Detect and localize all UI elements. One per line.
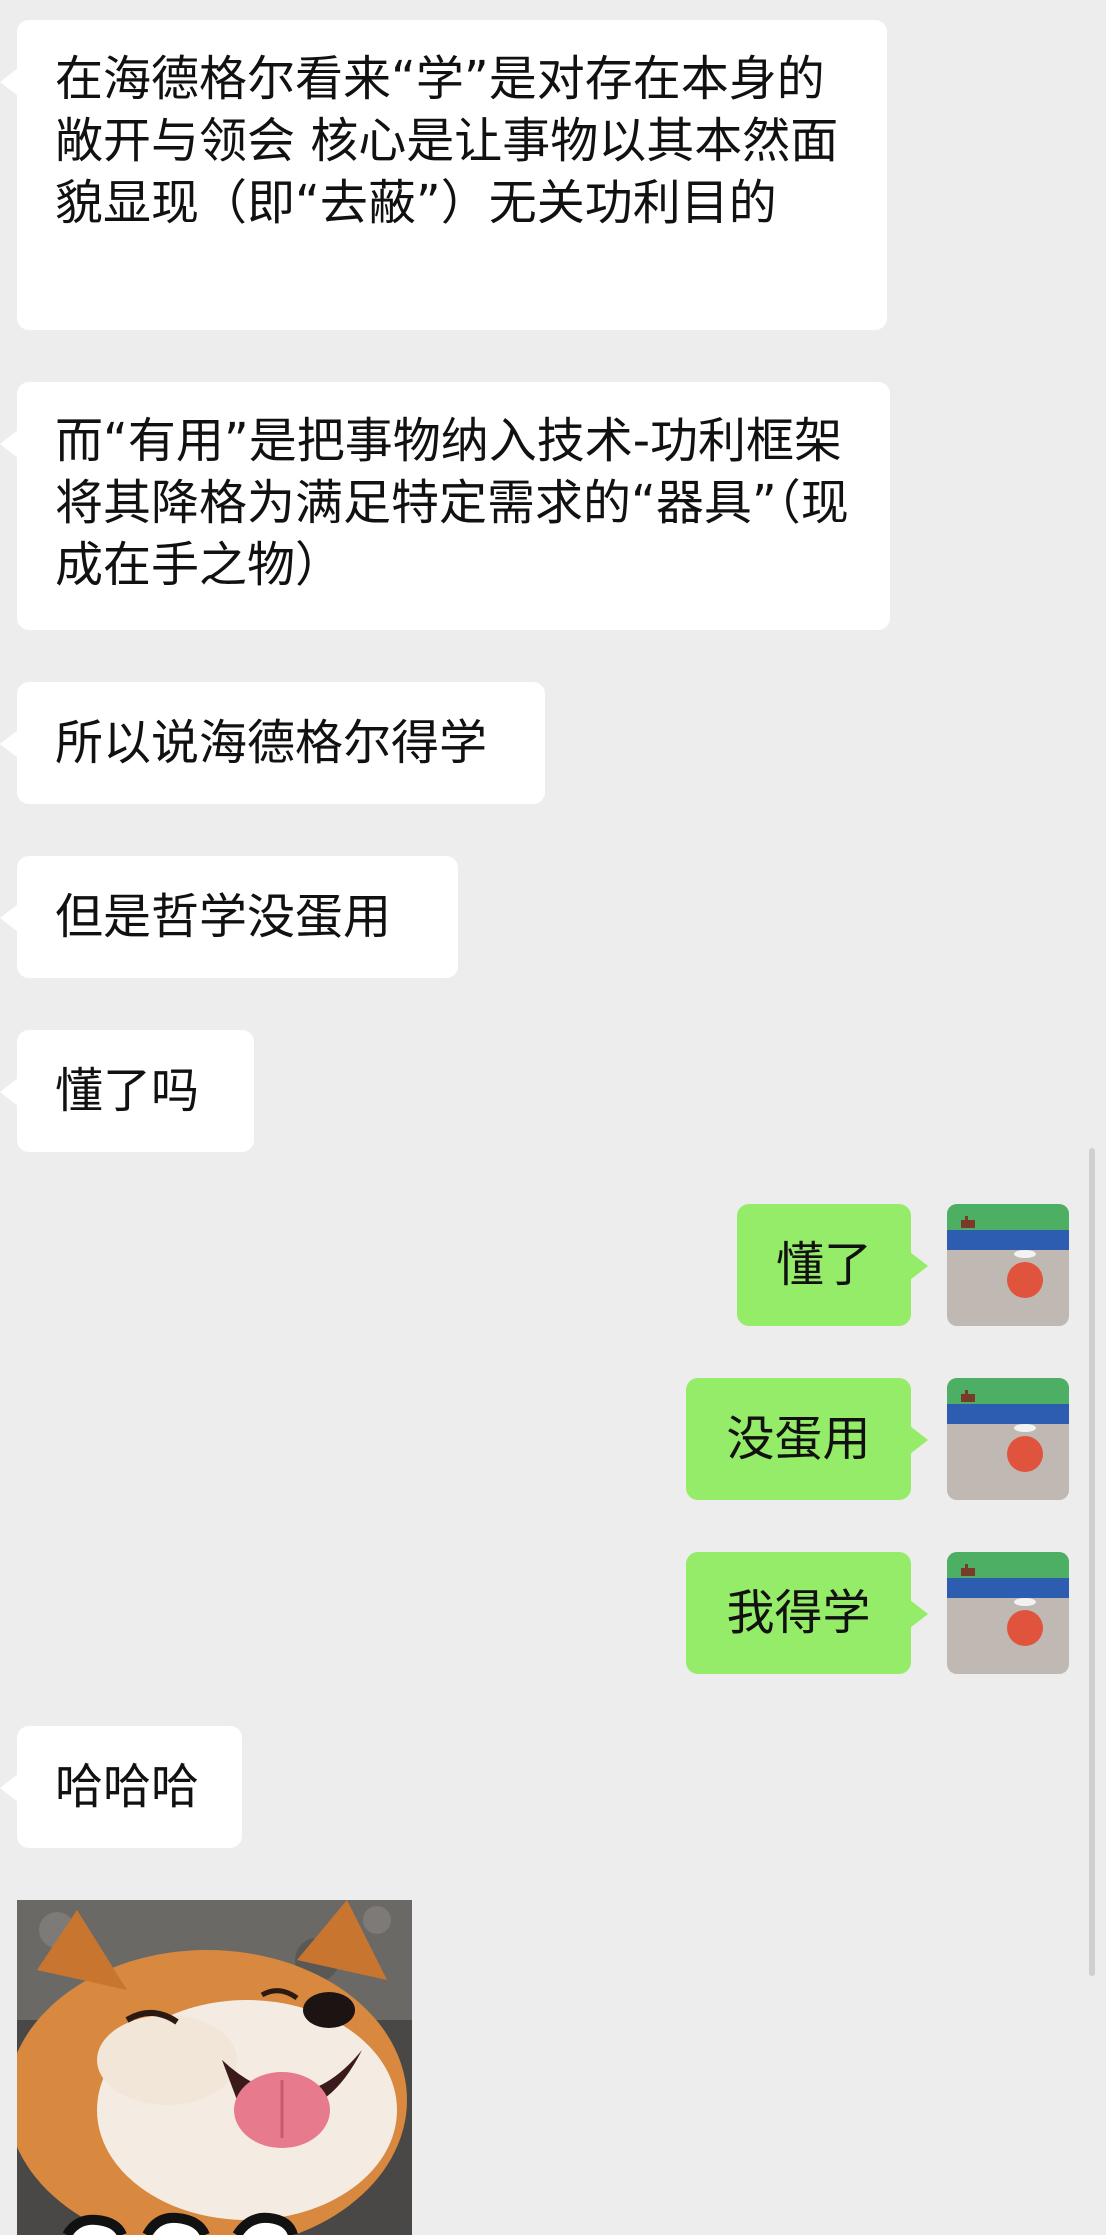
user-avatar[interactable]	[947, 1552, 1069, 1674]
message-text: 哈哈哈	[55, 1759, 200, 1815]
message-text: 懂了	[775, 1237, 872, 1293]
avatar-image-icon	[947, 1552, 1069, 1674]
user-avatar[interactable]	[947, 1378, 1069, 1500]
message-bubble-outgoing[interactable]: 懂了	[737, 1204, 928, 1326]
message-bubble-incoming[interactable]: 在海德格尔看来“学”是对存在本身的敞开与领会 核心是让事物以其本然面貌显现（即“…	[0, 20, 887, 330]
message-text: 懂了吗	[55, 1063, 200, 1119]
message-bubble-incoming[interactable]: 而“有用”是把事物纳入技术-功利框架 将其降格为满足特定需求的“器具”（现成在手…	[0, 382, 890, 630]
message-text: 所以说海德格尔得学	[55, 715, 488, 771]
shiba-dog-laughing-sticker-icon	[17, 1900, 412, 2235]
message-bubble-incoming[interactable]: 哈哈哈	[0, 1726, 242, 1848]
avatar-image-icon	[947, 1378, 1069, 1500]
avatar-image-icon	[947, 1204, 1069, 1326]
scrollbar[interactable]	[1089, 1148, 1095, 1976]
message-text: 但是哲学没蛋用	[55, 889, 392, 945]
message-text: 没蛋用	[726, 1411, 871, 1467]
message-bubble-outgoing[interactable]: 我得学	[686, 1552, 928, 1674]
message-text: 而“有用”是把事物纳入技术-功利框架 将其降格为满足特定需求的“器具”（现成在手…	[55, 413, 849, 593]
message-bubble-outgoing[interactable]: 没蛋用	[686, 1378, 928, 1500]
message-text: 在海德格尔看来“学”是对存在本身的敞开与领会 核心是让事物以其本然面貌显现（即“…	[55, 51, 839, 231]
message-bubble-incoming[interactable]: 但是哲学没蛋用	[0, 856, 458, 978]
user-avatar[interactable]	[947, 1204, 1069, 1326]
message-bubble-incoming[interactable]: 所以说海德格尔得学	[0, 682, 545, 804]
message-bubble-incoming[interactable]: 懂了吗	[0, 1030, 254, 1152]
sticker-image[interactable]	[17, 1900, 412, 2235]
message-text: 我得学	[726, 1585, 871, 1641]
